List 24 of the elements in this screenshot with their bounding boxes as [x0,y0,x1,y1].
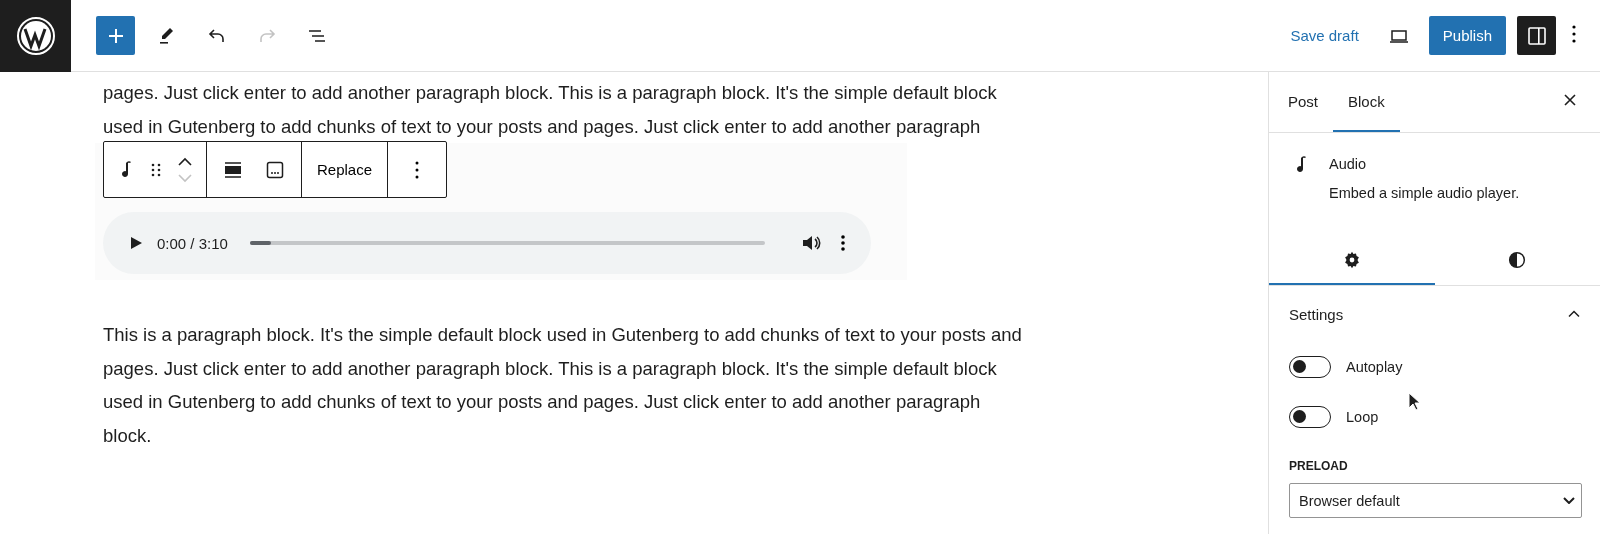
audio-block[interactable]: Replace 0:00 / 3:10 [95,143,907,280]
block-description: Embed a simple audio player. [1329,185,1520,201]
paragraph: pages. Just click enter to add another paragraph block. This is a paragraph block. It's the simple default block used in Gutenberg to add chunks of text to your posts and pages. Just click enter to add another paragraph [103,81,998,139]
toggle-switch[interactable] [1289,356,1331,378]
chevron-down-icon [1563,497,1575,504]
save-draft-link[interactable]: Save draft [1282,19,1367,52]
sidebar-tab[interactable]: Block [1333,72,1400,132]
progress-slider[interactable] [249,241,765,245]
cursor-icon [1408,392,1422,412]
toggle-label: Loop [1346,409,1379,425]
toggle-switch[interactable] [1289,406,1331,428]
replace-button[interactable]: Replace [311,153,379,186]
sidebar-tab[interactable]: Post [1273,72,1333,132]
paragraph: This is a paragraph block. It's the simple default block used in Gutenberg to add chunks of text to your posts and pages. Just click enter to add another paragraph block. This is a paragraph block. It's the simple default block used in Gutenberg to add chunks of text to your posts and pages. Just click enter to add another paragraph block. [103,323,1023,448]
add-button[interactable] [96,16,135,55]
settings-panel-header[interactable]: Settings [1289,286,1584,342]
toggle-label: Autoplay [1346,359,1403,375]
preload-label: PRELOAD [1289,459,1349,473]
block-title: Audio [1329,156,1368,172]
settings-toggle[interactable] [1517,16,1556,55]
publish-button[interactable]: Publish [1428,16,1506,55]
time-display: 0:00 / 3:10 [157,234,228,252]
site-logo[interactable] [0,0,71,72]
preload-select[interactable]: Browser default [1289,483,1582,518]
